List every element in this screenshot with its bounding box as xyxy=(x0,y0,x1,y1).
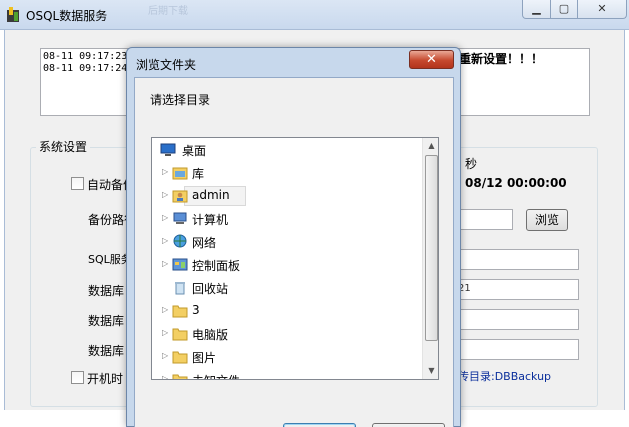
tree-item[interactable]: ▷ 未知文件 xyxy=(158,370,428,379)
desktop-icon xyxy=(160,142,176,157)
tree-item-label: 图片 xyxy=(192,351,217,365)
scroll-up-icon[interactable]: ▲ xyxy=(423,141,438,150)
dialog-body: 请选择目录 桌面 ▷ 库 ▷ admin ▷ 计算机 ▷ 网络 ▷ 控制面板 回收站 ▷ 3 ▷ 电脑版 ▷ 图片… xyxy=(134,77,454,427)
computer-icon xyxy=(172,211,188,226)
backup-path-input[interactable] xyxy=(455,209,513,230)
database-label-2: 数据库 xyxy=(88,314,125,328)
folder-icon xyxy=(172,326,188,341)
folder-icon xyxy=(172,303,188,318)
log-line: 08-11 09:17:23 xyxy=(43,51,128,62)
tree-item[interactable]: ▷ admin xyxy=(158,186,428,206)
tree-item-label: 网络 xyxy=(192,236,217,250)
browse-folder-dialog: 浏览文件夹 ✕ 请选择目录 桌面 ▷ 库 ▷ admin ▷ 计算机 ▷ 网络 ▷ 控制面板 回收站 ▷… xyxy=(126,47,461,427)
maximize-button[interactable]: ▢ xyxy=(551,0,578,19)
tree-item-label: admin xyxy=(192,188,230,202)
minimize-button[interactable]: ▁ xyxy=(522,0,551,19)
startup-label: 开机时 xyxy=(87,372,124,386)
expand-arrow-icon[interactable]: ▷ xyxy=(162,351,168,360)
tree-item[interactable]: ▷ 3 xyxy=(158,301,428,321)
database-input-3[interactable] xyxy=(455,339,579,360)
tree-item-label: 计算机 xyxy=(192,213,229,227)
window-controls: ▁ ▢ ✕ xyxy=(522,0,629,20)
dialog-title: 浏览文件夹 xyxy=(136,58,197,72)
cancel-button[interactable]: 取消 xyxy=(372,423,445,427)
control-panel-icon xyxy=(172,257,188,272)
tree-item[interactable]: ▷ 电脑版 xyxy=(158,324,428,344)
window-title: OSQL数据服务 xyxy=(26,9,108,23)
network-icon xyxy=(172,234,188,249)
log-message: 重新设置！！！ xyxy=(459,52,544,66)
maximize-icon: ▢ xyxy=(558,2,570,15)
startup-checkbox[interactable] xyxy=(71,371,84,384)
folder-icon xyxy=(172,372,188,379)
folder-tree[interactable]: 桌面▷库▷admin▷计算机▷网络▷控制面板回收站▷3▷电脑版▷图片▷未知文件 … xyxy=(151,137,439,380)
settings-group-title: 系统设置 xyxy=(36,138,91,155)
folder-icon xyxy=(172,349,188,364)
library-icon xyxy=(172,165,188,180)
expand-arrow-icon[interactable]: ▷ xyxy=(162,213,168,222)
tree-scrollbar[interactable]: ▲ ▼ xyxy=(422,138,438,379)
expand-arrow-icon[interactable]: ▷ xyxy=(162,190,168,199)
database-input-2[interactable] xyxy=(455,309,579,330)
seconds-label: 秒 xyxy=(465,157,478,171)
expand-arrow-icon[interactable]: ▷ xyxy=(162,305,168,314)
tree-item[interactable]: 桌面 xyxy=(158,140,428,160)
tree-item[interactable]: 回收站 xyxy=(158,278,428,298)
close-icon: ✕ xyxy=(597,2,607,15)
next-backup-time: 08/12 00:00:00 xyxy=(465,176,567,190)
tree-item[interactable]: ▷ 控制面板 xyxy=(158,255,428,275)
dialog-prompt: 请选择目录 xyxy=(150,93,211,107)
expand-arrow-icon[interactable]: ▷ xyxy=(162,328,168,337)
dialog-close-button[interactable]: ✕ xyxy=(409,50,454,69)
log-line: 08-11 09:17:24 xyxy=(43,63,128,74)
main-titlebar: OSQL数据服务 后期下载 ▁ ▢ ✕ xyxy=(0,0,629,30)
minimize-icon: ▁ xyxy=(532,2,541,15)
upload-directory-label: 传目录:DBBackup xyxy=(458,370,552,383)
tree-item[interactable]: ▷ 计算机 xyxy=(158,209,428,229)
tree-item-label: 3 xyxy=(192,303,200,317)
auto-backup-checkbox[interactable] xyxy=(71,177,84,190)
database-label-3: 数据库 xyxy=(88,344,125,358)
tree-item[interactable]: ▷ 网络 xyxy=(158,232,428,252)
tree-item-label: 回收站 xyxy=(192,282,229,296)
close-button[interactable]: ✕ xyxy=(578,0,627,19)
recycle-bin-icon xyxy=(172,280,188,295)
database-label-1: 数据库 xyxy=(88,284,125,298)
expand-arrow-icon[interactable]: ▷ xyxy=(162,167,168,176)
browse-button[interactable]: 浏览 xyxy=(526,209,568,231)
tree-item-label: 未知文件 xyxy=(192,372,240,379)
tree-item[interactable]: ▷ 库 xyxy=(158,163,428,183)
ok-button[interactable]: 确定 xyxy=(283,423,356,427)
expand-arrow-icon[interactable]: ▷ xyxy=(162,259,168,268)
app-icon xyxy=(7,7,19,22)
expand-arrow-icon[interactable]: ▷ xyxy=(162,236,168,245)
tree-item-label: 控制面板 xyxy=(192,259,241,273)
tree-item-label: 电脑版 xyxy=(192,328,229,342)
sql-service-input[interactable] xyxy=(455,249,579,270)
tree-item-label: 库 xyxy=(192,167,205,181)
tree-item-label: 桌面 xyxy=(182,144,207,158)
tree-item[interactable]: ▷ 图片 xyxy=(158,347,428,367)
expand-arrow-icon[interactable]: ▷ xyxy=(162,374,168,379)
scroll-down-icon[interactable]: ▼ xyxy=(423,366,438,375)
user-folder-icon xyxy=(172,188,188,203)
database-input-1[interactable]: 21 xyxy=(455,279,579,300)
ghost-text: 后期下载 xyxy=(148,6,188,17)
scroll-thumb[interactable] xyxy=(425,155,438,341)
